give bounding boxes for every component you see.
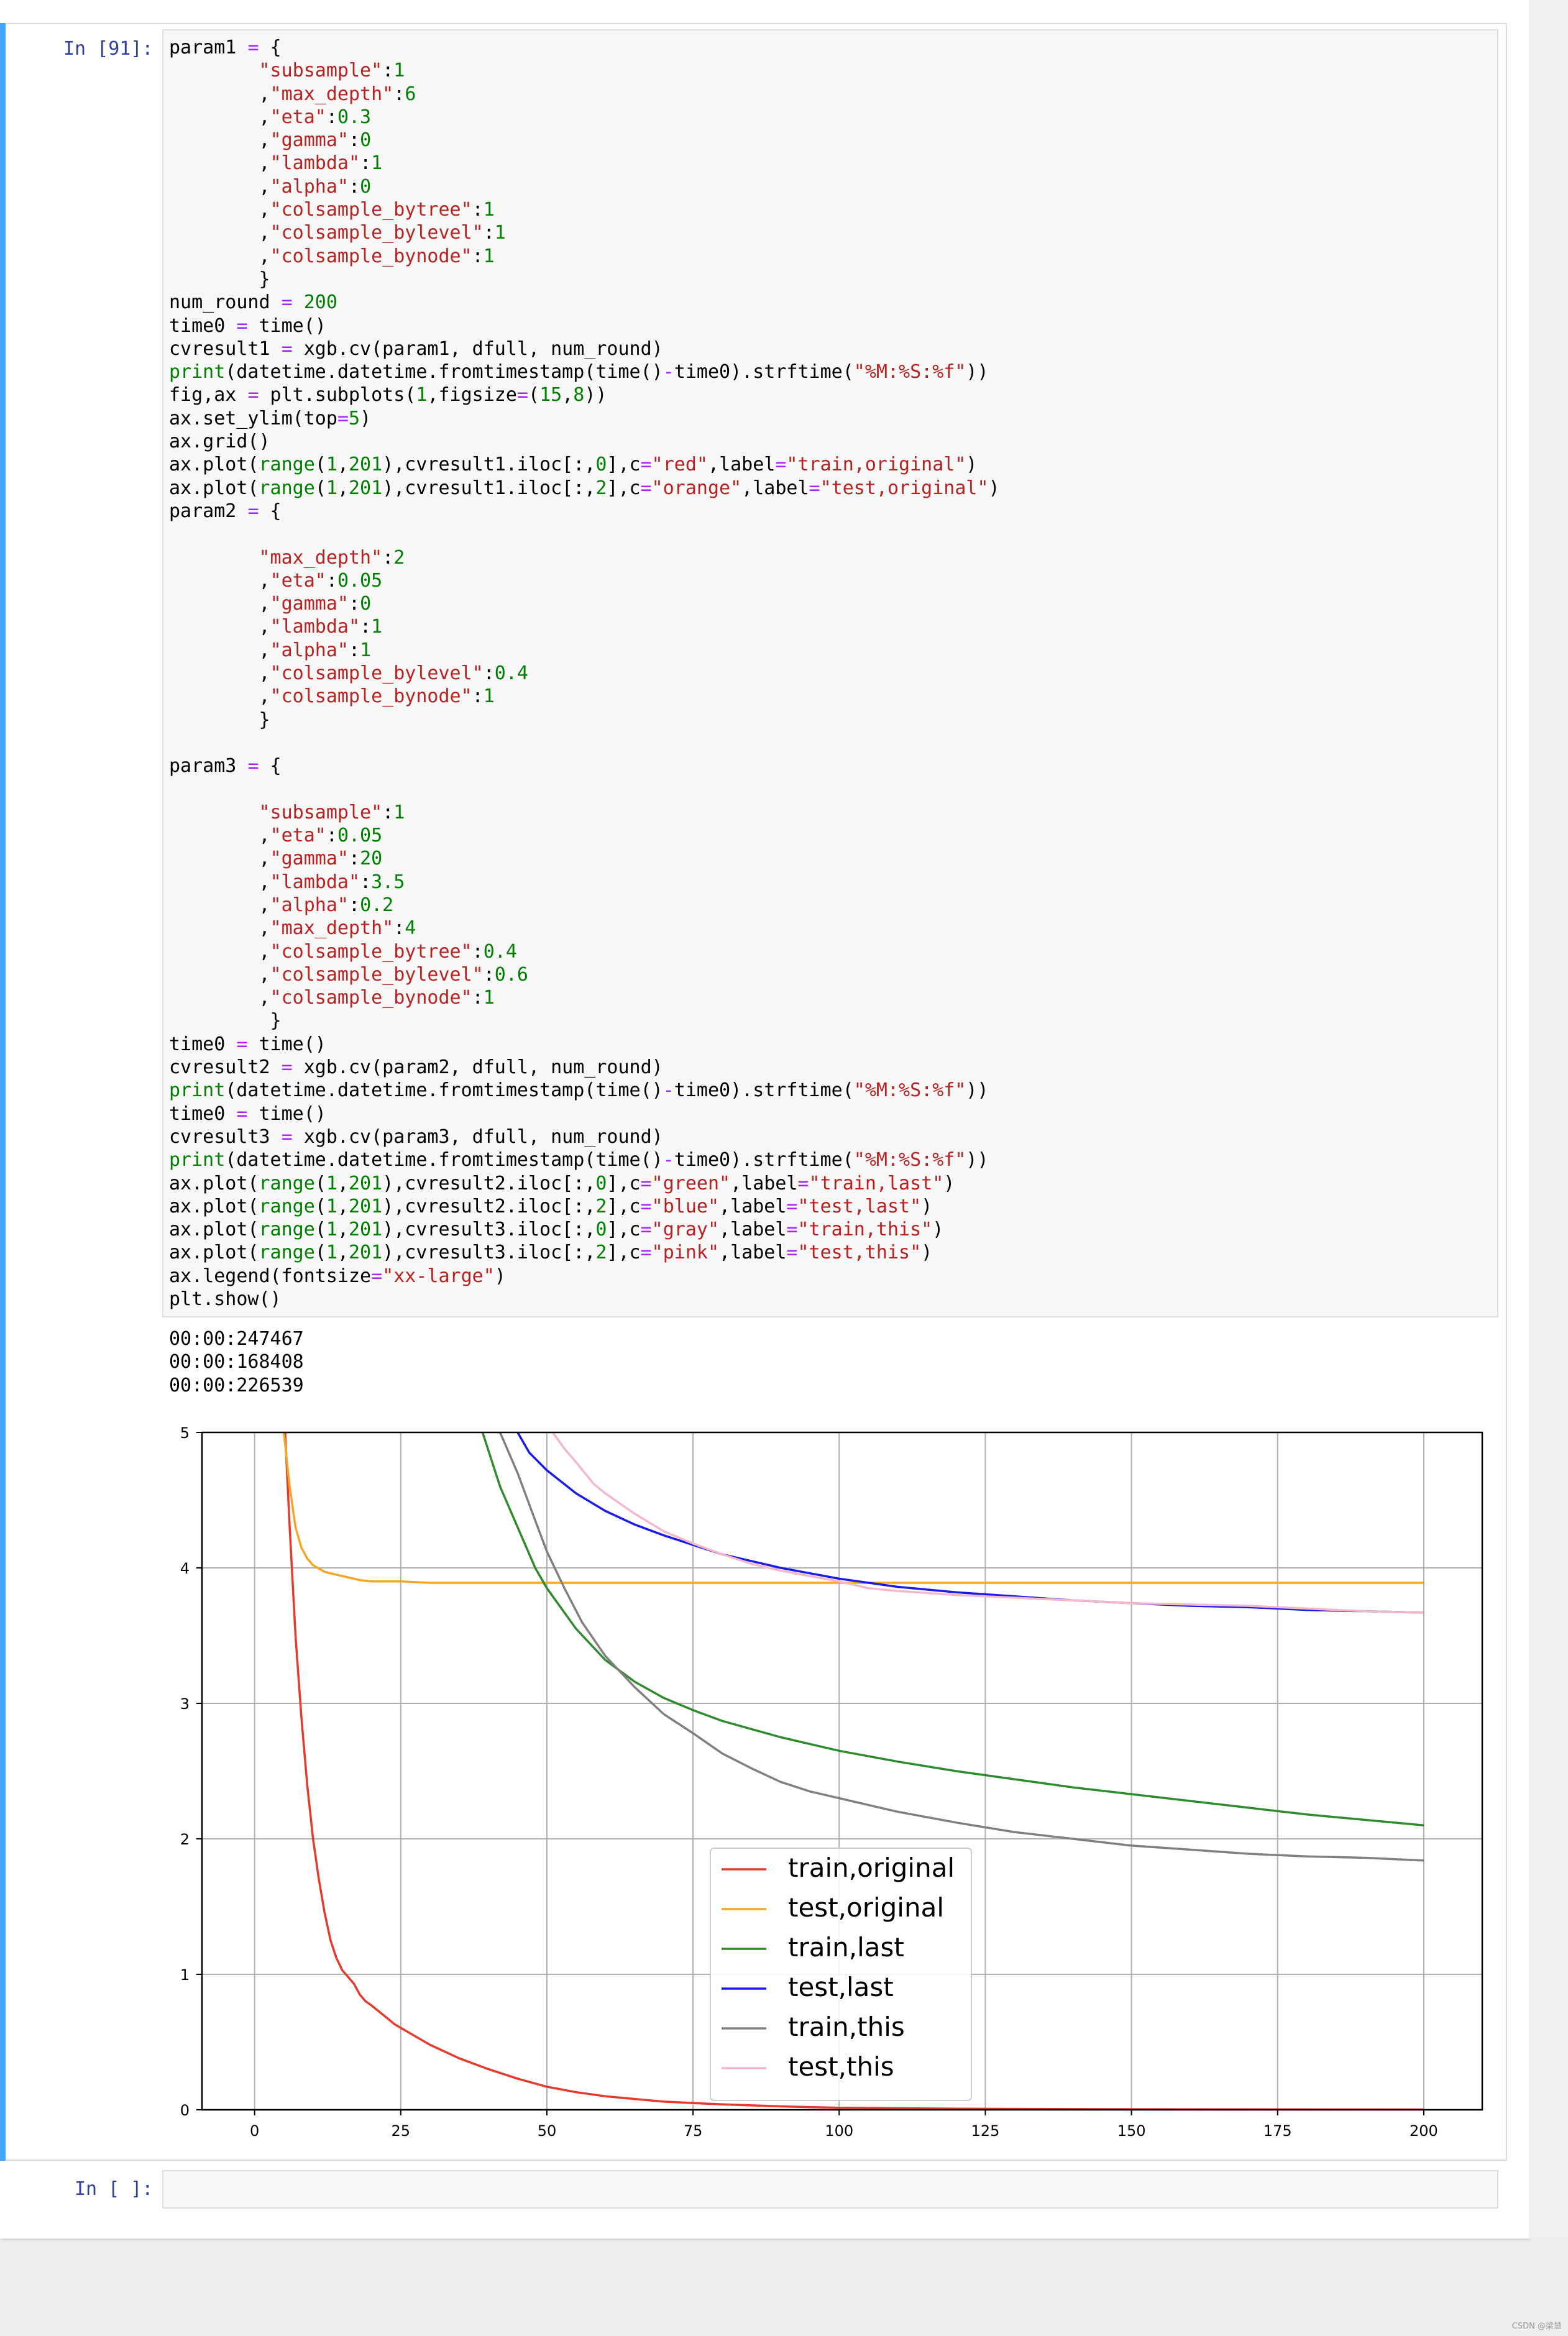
code-line: } — [169, 708, 270, 731]
code-editor[interactable]: param1 = { "subsample":1 ,"max_depth":6 … — [169, 36, 1000, 1311]
code-line: ,"colsample_bynode":1 — [169, 987, 495, 1009]
x-tick-label: 0 — [250, 2122, 259, 2140]
code-line: ,"colsample_bynode":1 — [169, 245, 495, 267]
code-line: ax.plot(range(1,201),cvresult2.iloc[:,2]… — [169, 1195, 933, 1217]
x-tick-label: 175 — [1263, 2122, 1292, 2140]
code-line: cvresult1 = xgb.cv(param1, dfull, num_ro… — [169, 337, 663, 360]
scroll-gutter — [1529, 0, 1568, 2238]
watermark-credit: CSDN @梁慧 — [1511, 2322, 1562, 2331]
code-line: time0 = time() — [169, 314, 326, 337]
legend-label: test,last — [788, 1972, 894, 2002]
code-line: ,"eta":0.05 — [169, 569, 383, 592]
code-line: ,"lambda":3.5 — [169, 871, 405, 893]
code-line: ax.plot(range(1,201),cvresult3.iloc[:,0]… — [169, 1219, 944, 1241]
code-line: ax.plot(range(1,201),cvresult1.iloc[:,2]… — [169, 477, 1000, 499]
legend-label: train,this — [788, 2012, 905, 2042]
x-tick-label: 150 — [1117, 2122, 1146, 2140]
code-line: } — [169, 1010, 282, 1032]
output-line: 00:00:247467 — [169, 1328, 304, 1350]
code-line: time0 = time() — [169, 1102, 326, 1125]
y-tick-label: 0 — [180, 2102, 190, 2119]
code-line: ,"gamma":20 — [169, 848, 383, 870]
code-line: } — [169, 268, 270, 290]
y-tick-label: 1 — [180, 1966, 190, 1984]
code-line: ,"colsample_bylevel":0.4 — [169, 662, 528, 685]
code-line: ,"eta":0.05 — [169, 825, 383, 847]
empty-code-input[interactable] — [162, 2170, 1498, 2209]
legend-label: test,this — [788, 2051, 894, 2082]
x-tick-label: 125 — [971, 2122, 1000, 2140]
code-line: ax.plot(range(1,201),cvresult2.iloc[:,0]… — [169, 1172, 955, 1194]
code-line: fig,ax = plt.subplots(1,figsize=(15,8)) — [169, 384, 607, 406]
code-line: ,"lambda":1 — [169, 616, 383, 638]
y-tick-label: 3 — [180, 1695, 190, 1713]
code-line: ax.plot(range(1,201),cvresult1.iloc[:,0]… — [169, 454, 978, 476]
code-line: ,"gamma":0 — [169, 129, 372, 152]
output-line: 00:00:226539 — [169, 1374, 304, 1396]
code-line: ,"colsample_bylevel":0.6 — [169, 963, 528, 986]
output-line: 00:00:168408 — [169, 1351, 304, 1373]
legend-label: train,original — [788, 1853, 955, 1883]
y-tick-label: 4 — [180, 1560, 190, 1577]
code-line: "subsample":1 — [259, 60, 405, 82]
empty-cell-prompt: In [ ]: — [75, 2178, 154, 2200]
code-line: ,"colsample_bytree":0.4 — [169, 940, 517, 963]
code-line: ,"max_depth":6 — [169, 83, 416, 105]
code-line: print(datetime.datetime.fromtimestamp(ti… — [169, 1079, 989, 1102]
y-tick-label: 5 — [180, 1424, 190, 1442]
code-line: plt.show() — [169, 1288, 282, 1311]
x-tick-label: 200 — [1410, 2122, 1438, 2140]
x-tick-label: 50 — [538, 2122, 557, 2140]
code-line: param2 = { — [169, 500, 282, 522]
loss-line-chart: 0 25 50 75 100 125 150 175 200 0 1 2 3 4 5 train,origin… — [180, 1424, 1483, 2140]
x-tick-label: 25 — [392, 2122, 411, 2140]
code-line: ,"max_depth":4 — [169, 917, 416, 940]
input-prompt: In [91]: — [63, 38, 154, 60]
code-line: ,"alpha":0 — [169, 175, 372, 198]
code-line: "subsample":1 — [259, 801, 405, 823]
code-line: ,"colsample_bylevel":1 — [169, 222, 506, 244]
x-tick-label: 100 — [825, 2122, 853, 2140]
code-line: print(datetime.datetime.fromtimestamp(ti… — [169, 361, 989, 383]
x-tick-label: 75 — [684, 2122, 703, 2140]
cell-selection-bar — [0, 23, 6, 2161]
code-line: param3 = { — [169, 755, 282, 777]
code-line: print(datetime.datetime.fromtimestamp(ti… — [169, 1149, 989, 1171]
y-tick-label: 2 — [180, 1831, 190, 1848]
code-line: ,"alpha":1 — [169, 639, 372, 661]
code-line: cvresult2 = xgb.cv(param2, dfull, num_ro… — [169, 1056, 663, 1079]
code-line: param1 = { — [169, 37, 282, 58]
code-line: ax.set_ylim(top=5) — [169, 407, 372, 429]
code-line: cvresult3 = xgb.cv(param3, dfull, num_ro… — [169, 1125, 663, 1148]
code-line: ,"colsample_bytree":1 — [169, 199, 495, 221]
code-line: ax.legend(fontsize="xx-large") — [169, 1265, 506, 1287]
code-line: ,"gamma":0 — [169, 593, 372, 615]
legend-label: test,original — [788, 1892, 944, 1923]
code-line: "max_depth":2 — [259, 546, 405, 569]
code-line: time0 = time() — [169, 1033, 326, 1055]
code-line: ,"lambda":1 — [169, 152, 383, 175]
code-line: ,"colsample_bynode":1 — [169, 685, 495, 708]
code-line: ,"alpha":0.2 — [169, 894, 394, 916]
stdout-output: 00:00:247467 00:00:168408 00:00:226539 — [169, 1327, 304, 1397]
code-line: ax.grid() — [169, 431, 270, 453]
code-line: ax.plot(range(1,201),cvresult3.iloc[:,2]… — [169, 1242, 933, 1264]
code-line: num_round = 200 — [169, 291, 337, 314]
legend-label: train,last — [788, 1932, 904, 1963]
code-line: ,"eta":0.3 — [169, 106, 372, 128]
